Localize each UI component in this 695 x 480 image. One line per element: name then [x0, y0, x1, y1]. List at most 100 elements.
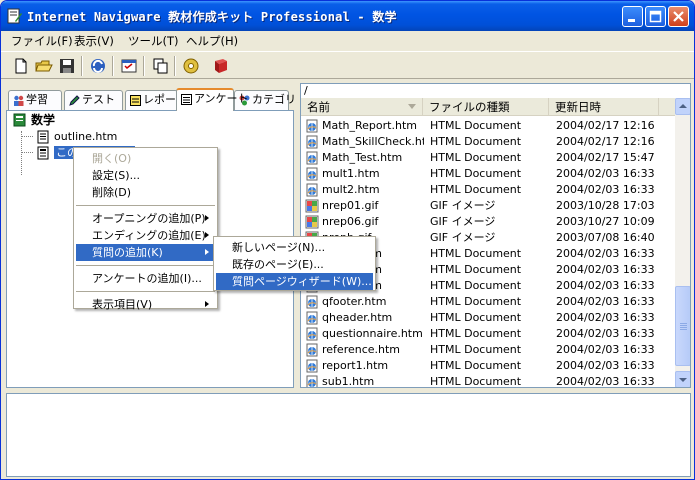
submenu-arrow-icon: [205, 301, 209, 307]
title-bar[interactable]: Internet Navigware 教材作成キット Professional …: [1, 1, 694, 31]
file-name: reference.htm: [322, 343, 401, 356]
arrow-down-icon: [679, 378, 687, 382]
menu-view[interactable]: 表示(V): [72, 33, 116, 49]
context-menu-item[interactable]: エンディングの追加(E): [76, 227, 215, 244]
file-name: Math_Test.htm: [322, 151, 403, 164]
file-name: nrep06.gif: [322, 215, 379, 228]
file-date: 2004/02/03 16:33: [556, 183, 655, 196]
file-date: 2004/02/17 12:16: [556, 135, 655, 148]
file-date: 2004/02/03 16:33: [556, 263, 655, 276]
file-row[interactable]: mult1.htm HTML Document 2004/02/03 16:33: [301, 166, 675, 182]
save-icon[interactable]: [57, 56, 77, 76]
tab-survey[interactable]: アンケート: [176, 88, 249, 111]
minimize-icon: [628, 19, 635, 22]
file-row[interactable]: qfooter.htm HTML Document 2004/02/03 16:33: [301, 294, 675, 310]
submenu-item-label: 既存のページ(E)...: [232, 258, 324, 271]
context-menu-item[interactable]: アンケートの追加(I)...: [76, 270, 215, 287]
column-date[interactable]: 更新日時: [549, 98, 659, 116]
file-date: 2004/02/03 16:33: [556, 375, 655, 388]
file-row[interactable]: nrep06.gif GIF イメージ 2003/10/27 10:09: [301, 214, 675, 230]
file-type: HTML Document: [430, 167, 522, 180]
tree-root-label: 数学: [31, 113, 56, 127]
maximize-button[interactable]: [645, 6, 666, 27]
file-row[interactable]: qheader.htm HTML Document 2004/02/03 16:33: [301, 310, 675, 326]
checklist-icon[interactable]: [119, 56, 139, 76]
file-type: GIF イメージ: [430, 215, 496, 228]
file-row[interactable]: questionnaire.htm HTML Document 2004/02/03…: [301, 326, 675, 342]
submenu-arrow-icon: [205, 215, 209, 221]
column-type[interactable]: ファイルの種類: [423, 98, 549, 116]
file-row[interactable]: report1.htm HTML Document 2004/02/03 16:33: [301, 358, 675, 374]
file-name: sub1.htm: [322, 375, 375, 388]
file-row[interactable]: Math_Report.htm HTML Document 2004/02/17 1…: [301, 118, 675, 134]
close-button[interactable]: [668, 6, 689, 27]
column-name-label: 名前: [307, 100, 330, 114]
submenu-item-label: 質問ページウィザード(W)...: [232, 275, 372, 288]
tree-connector: [21, 152, 33, 153]
window-title: Internet Navigware 教材作成キット Professional …: [27, 10, 397, 24]
refresh-icon[interactable]: [88, 56, 108, 76]
submenu-item[interactable]: 既存のページ(E)...: [216, 256, 373, 273]
file-row[interactable]: sub1.htm HTML Document 2004/02/03 16:33: [301, 374, 675, 388]
file-name: mult2.htm: [322, 183, 380, 196]
file-row[interactable]: mult2.htm HTML Document 2004/02/03 16:33: [301, 182, 675, 198]
context-menu-item[interactable]: オープニングの追加(P): [76, 210, 215, 227]
context-menu-item[interactable]: 削除(D): [76, 184, 215, 201]
tab-study[interactable]: 学習: [8, 90, 62, 110]
context-menu-item[interactable]: 開く(O): [76, 150, 215, 167]
scroll-up-button[interactable]: [675, 98, 690, 115]
copy-pages-icon[interactable]: [150, 56, 170, 76]
context-menu-item[interactable]: 表示項目(V): [76, 296, 215, 313]
file-row[interactable]: nrep01.gif GIF イメージ 2003/10/28 17:03: [301, 198, 675, 214]
html-document-icon: [306, 151, 318, 165]
vertical-scrollbar[interactable]: [675, 98, 690, 387]
scroll-down-button[interactable]: [675, 371, 690, 387]
open-folder-icon[interactable]: [34, 56, 54, 76]
context-menu-item[interactable]: 設定(S)...: [76, 167, 215, 184]
grip-line: [680, 327, 687, 328]
context-menu-item[interactable]: 質問の追加(K): [76, 244, 215, 261]
file-type: GIF イメージ: [430, 199, 496, 212]
file-type: HTML Document: [430, 263, 522, 276]
column-name[interactable]: 名前: [301, 98, 423, 116]
file-name: Math_Report.htm: [322, 119, 417, 132]
file-date: 2004/02/03 16:33: [556, 327, 655, 340]
file-name: qheader.htm: [322, 311, 393, 324]
file-name: nrep01.gif: [322, 199, 379, 212]
menu-separator: [76, 291, 215, 292]
html-document-icon: [306, 359, 318, 373]
book-icon[interactable]: [211, 56, 231, 76]
preview-pane[interactable]: [6, 393, 691, 477]
tab-report[interactable]: レポート: [125, 90, 187, 110]
submenu-item[interactable]: 新しいページ(N)...: [216, 239, 373, 256]
file-date: 2004/02/03 16:33: [556, 343, 655, 356]
menu-file[interactable]: ファイル(F): [9, 33, 75, 49]
file-name: Math_SkillCheck.htm: [322, 135, 424, 148]
scroll-thumb[interactable]: [675, 286, 690, 366]
tab-category-label: カテゴリ: [252, 93, 296, 106]
html-document-icon: [306, 375, 318, 387]
list-header: 名前 ファイルの種類 更新日時: [301, 98, 675, 116]
file-row[interactable]: reference.htm HTML Document 2004/02/03 16:…: [301, 342, 675, 358]
file-date: 2004/02/17 15:47: [556, 151, 655, 164]
menu-help[interactable]: ヘルプ(H): [184, 33, 240, 49]
tab-test[interactable]: テスト: [64, 90, 123, 110]
file-date: 2003/10/28 17:03: [556, 199, 655, 212]
report-icon: [130, 95, 141, 106]
tab-test-label: テスト: [82, 93, 115, 106]
context-menu-item-label: エンディングの追加(E): [92, 229, 206, 242]
gif-image-icon: [305, 215, 319, 229]
settings-cd-icon[interactable]: [181, 56, 201, 76]
html-document-icon: [306, 119, 318, 133]
context-menu-item-label: 開く(O): [92, 152, 132, 165]
file-row[interactable]: Math_SkillCheck.htm HTML Document 2004/02/…: [301, 134, 675, 150]
context-menu-item-label: オープニングの追加(P): [92, 212, 206, 225]
minimize-button[interactable]: [622, 6, 643, 27]
context-menu-item-label: 表示項目(V): [92, 298, 153, 311]
file-type: HTML Document: [430, 375, 522, 388]
new-file-icon[interactable]: [11, 56, 31, 76]
menu-tools[interactable]: ツール(T): [126, 33, 181, 49]
submenu-item[interactable]: 質問ページウィザード(W)...: [216, 273, 373, 290]
toolbar: [1, 51, 694, 79]
file-row[interactable]: Math_Test.htm HTML Document 2004/02/17 15:…: [301, 150, 675, 166]
